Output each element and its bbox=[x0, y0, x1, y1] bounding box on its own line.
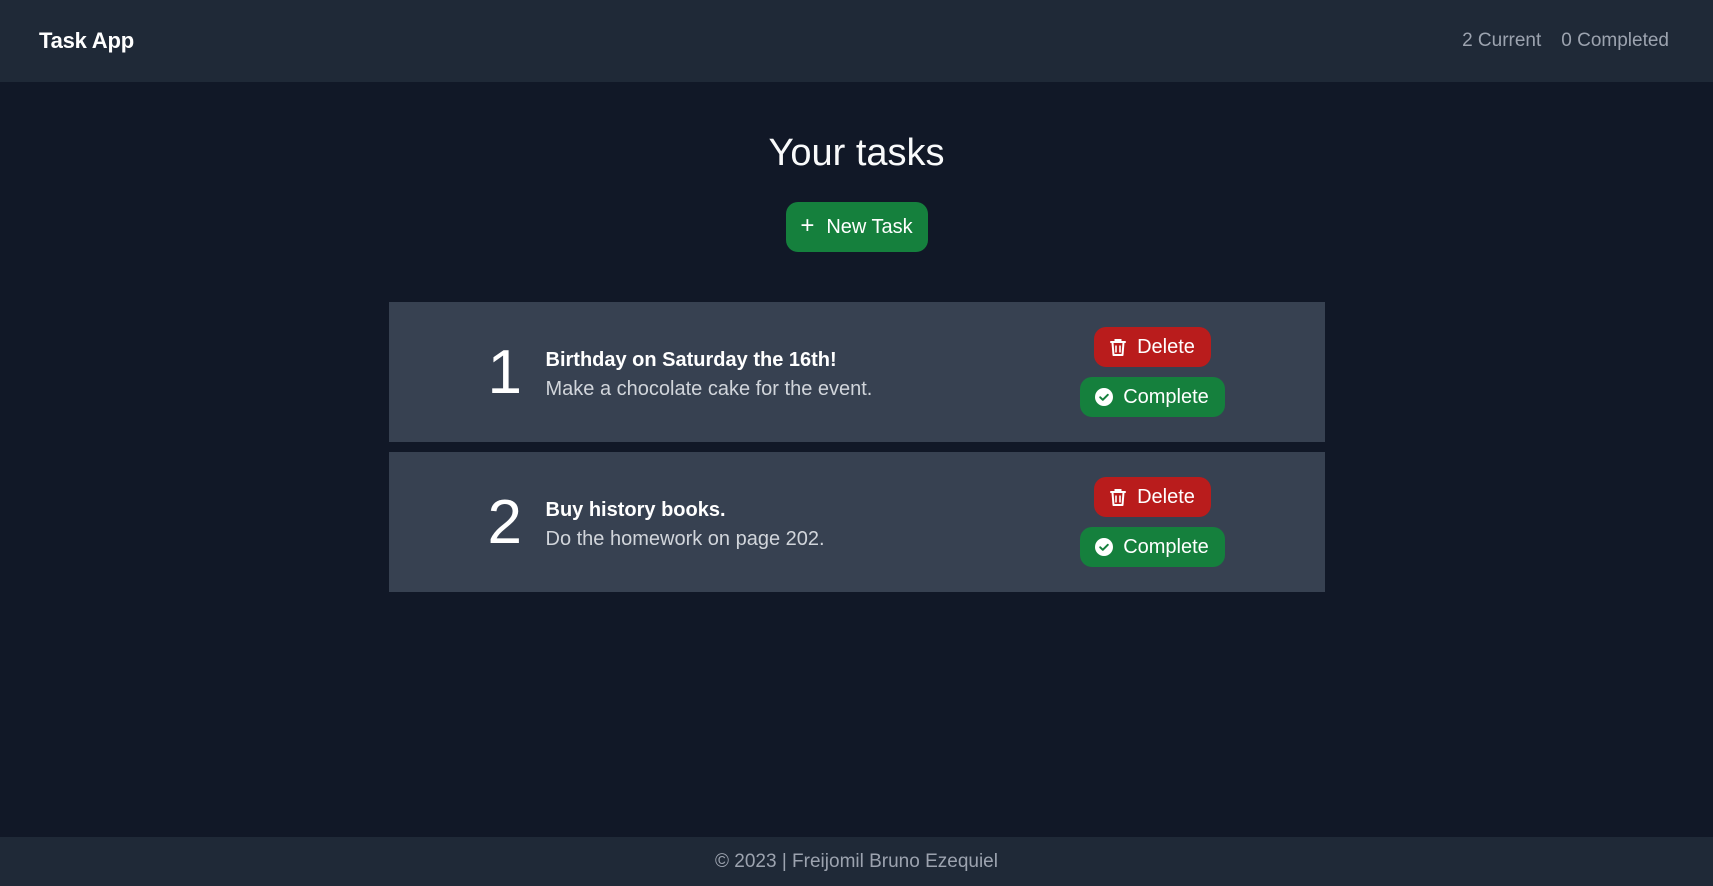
complete-button[interactable]: Complete bbox=[1079, 527, 1225, 567]
task-title: Birthday on Saturday the 16th! bbox=[545, 349, 837, 371]
completed-tasks-link[interactable]: 0 Completed bbox=[1561, 30, 1669, 52]
main-content: Your tasks + New Task 1 Birthday on Satu… bbox=[0, 82, 1713, 602]
task-title: Buy history books. bbox=[545, 499, 726, 521]
footer: © 2023 | Freijomil Bruno Ezequiel bbox=[0, 837, 1713, 886]
task-description: Make a chocolate cake for the event. bbox=[545, 378, 873, 400]
delete-label: Delete bbox=[1137, 335, 1195, 358]
task-number: 1 bbox=[487, 338, 522, 407]
delete-button[interactable]: Delete bbox=[1093, 477, 1211, 517]
task-description: Do the homework on page 202. bbox=[545, 528, 825, 550]
task-actions: Delete Complete bbox=[1079, 327, 1225, 417]
task-text: Birthday on Saturday the 16th! Make a ch… bbox=[546, 347, 873, 404]
task-card: 2 Buy history books. Do the homework on … bbox=[388, 452, 1325, 592]
delete-label: Delete bbox=[1137, 485, 1195, 508]
delete-button[interactable]: Delete bbox=[1093, 327, 1211, 367]
complete-label: Complete bbox=[1123, 535, 1209, 558]
task-counters: 2 Current 0 Completed bbox=[1462, 30, 1669, 52]
trash-icon bbox=[1110, 489, 1127, 506]
new-task-label: New Task bbox=[826, 215, 913, 238]
check-circle-icon bbox=[1095, 538, 1114, 556]
page-title: Your tasks bbox=[768, 132, 945, 174]
task-text: Buy history books. Do the homework on pa… bbox=[546, 497, 825, 554]
trash-icon bbox=[1110, 339, 1127, 356]
navbar: Task App 2 Current 0 Completed bbox=[0, 0, 1713, 82]
task-number: 2 bbox=[487, 488, 522, 557]
complete-label: Complete bbox=[1123, 385, 1209, 408]
task-actions: Delete Complete bbox=[1079, 477, 1225, 567]
brand-title[interactable]: Task App bbox=[39, 28, 134, 54]
check-circle-icon bbox=[1095, 388, 1114, 406]
current-tasks-link[interactable]: 2 Current bbox=[1462, 30, 1541, 52]
new-task-button[interactable]: + New Task bbox=[785, 202, 928, 252]
task-list: 1 Birthday on Saturday the 16th! Make a … bbox=[388, 302, 1325, 602]
complete-button[interactable]: Complete bbox=[1079, 377, 1225, 417]
plus-icon: + bbox=[800, 211, 815, 239]
footer-text: © 2023 | Freijomil Bruno Ezequiel bbox=[715, 850, 998, 872]
task-card: 1 Birthday on Saturday the 16th! Make a … bbox=[388, 302, 1325, 442]
